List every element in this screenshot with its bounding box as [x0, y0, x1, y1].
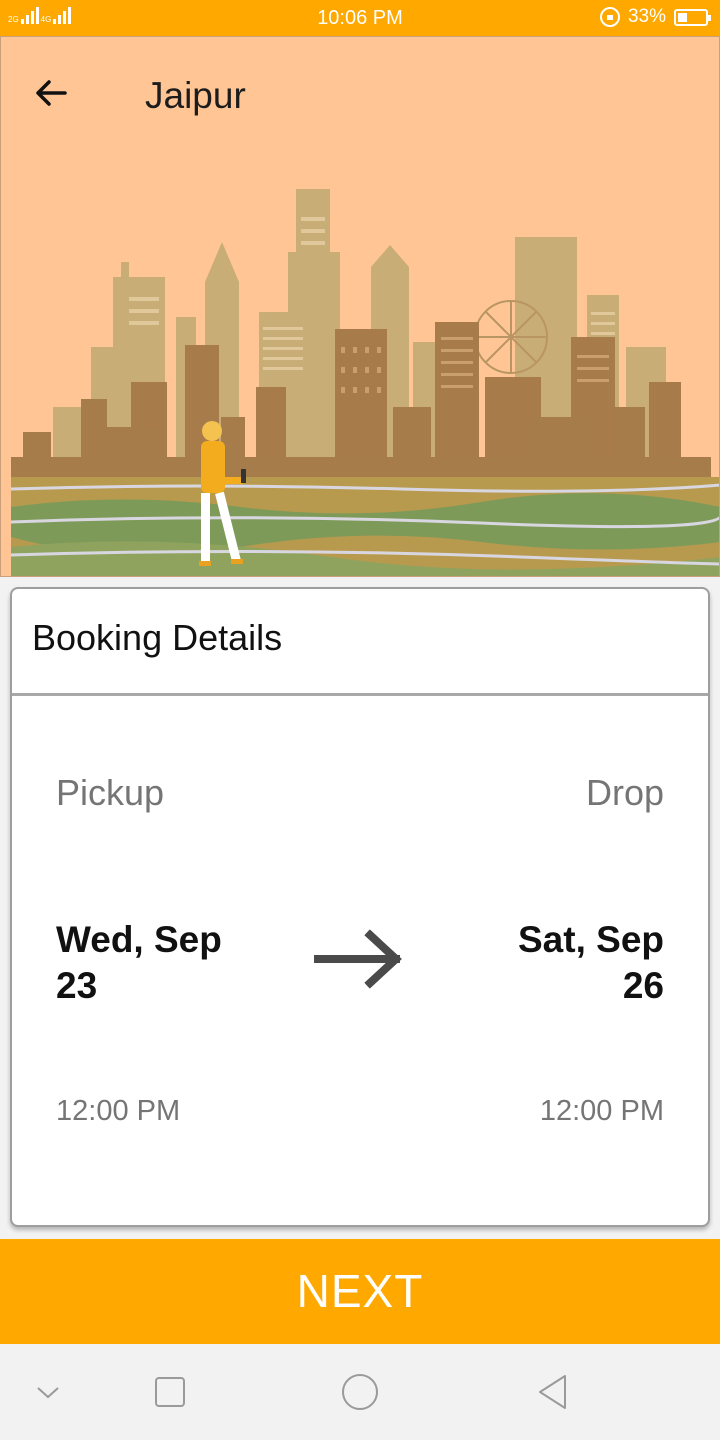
- nav-collapse-button[interactable]: [3, 1344, 93, 1440]
- nav-recents-button[interactable]: [125, 1344, 215, 1440]
- chevron-down-icon: [37, 1387, 59, 1399]
- pickup-label: Pickup: [56, 772, 165, 813]
- card-title: Booking Details: [12, 589, 708, 696]
- home-circle-icon: [342, 1374, 378, 1410]
- nav-home-button[interactable]: [315, 1344, 405, 1440]
- city-hero: Jaipur: [0, 36, 720, 577]
- pickup-date[interactable]: Wed, Sep 23: [56, 917, 286, 1009]
- back-button[interactable]: [31, 73, 83, 113]
- drop-time[interactable]: 12:00 PM: [540, 1095, 664, 1128]
- city-skyline-illustration: [10, 189, 719, 576]
- booking-details-card: Booking Details Pickup Drop Wed, Sep 23 …: [10, 587, 710, 1227]
- page-title: Jaipur: [145, 75, 246, 116]
- drop-date-day: Sat, Sep: [518, 919, 664, 960]
- drop-date-number: 26: [622, 965, 664, 1006]
- pickup-date-number: 23: [56, 965, 98, 1006]
- drop-date[interactable]: Sat, Sep 26: [434, 917, 664, 1009]
- arrow-right-icon: [314, 929, 402, 989]
- square-icon: [155, 1377, 185, 1407]
- battery-icon: [674, 8, 711, 26]
- arrow-left-icon: [36, 80, 67, 106]
- system-nav-bar: [0, 1344, 720, 1440]
- battery-percent: 33%: [627, 6, 666, 27]
- status-bar: 2G 4G 10:06 PM 33%: [0, 0, 720, 36]
- battery-level: [678, 12, 687, 22]
- status-right: 33%: [599, 6, 711, 28]
- pickup-date-day: Wed, Sep: [56, 919, 222, 960]
- rotation-lock-icon: [599, 7, 620, 27]
- nav-back-button[interactable]: [508, 1344, 598, 1440]
- next-button[interactable]: NEXT: [0, 1239, 720, 1344]
- pickup-time[interactable]: 12:00 PM: [56, 1095, 180, 1128]
- drop-label: Drop: [585, 772, 664, 813]
- back-triangle-icon: [539, 1375, 566, 1409]
